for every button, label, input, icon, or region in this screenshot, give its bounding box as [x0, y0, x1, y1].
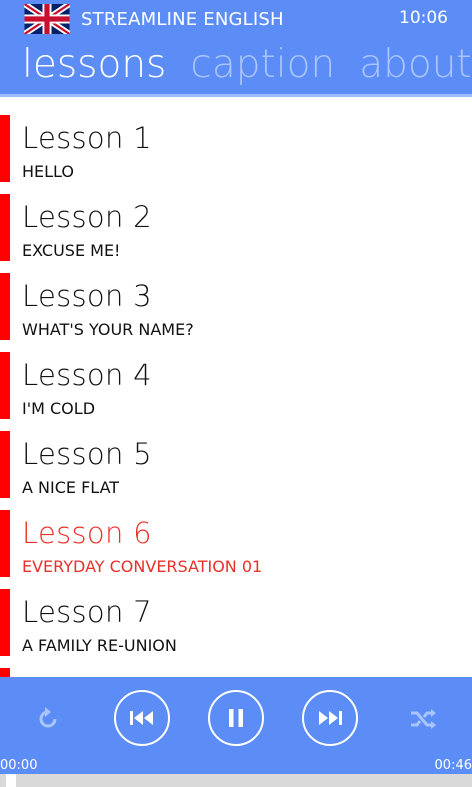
lesson-title: Lesson 3: [22, 279, 152, 313]
lesson-marker: [0, 589, 10, 656]
lesson-title: Lesson 6: [22, 516, 152, 550]
media-player: [0, 677, 472, 787]
tab-lessons[interactable]: lessons: [22, 38, 166, 92]
app-title: STREAMLINE ENGLISH: [81, 9, 284, 30]
next-button[interactable]: [302, 690, 358, 746]
lesson-marker: [0, 352, 10, 419]
lesson-marker: [0, 510, 10, 577]
lesson-item-6[interactable]: Lesson 6 EVERYDAY CONVERSATION 01: [0, 510, 472, 589]
lesson-title: Lesson 7: [22, 595, 152, 629]
repeat-icon[interactable]: [33, 704, 63, 734]
total-duration: 00:46: [434, 758, 472, 773]
tab-caption[interactable]: caption: [190, 38, 335, 92]
lesson-title: Lesson 5: [22, 437, 152, 471]
tab-about[interactable]: about: [359, 38, 472, 92]
status-clock: 10:06: [399, 8, 448, 28]
lesson-title: Lesson 4: [22, 358, 152, 392]
lesson-item-2[interactable]: Lesson 2 EXCUSE ME!: [0, 194, 472, 273]
lesson-marker: [0, 115, 10, 182]
header-divider: [0, 94, 472, 97]
lesson-item-partial[interactable]: [0, 668, 472, 677]
lesson-subtitle: WHAT'S YOUR NAME?: [22, 320, 194, 339]
lesson-item-1[interactable]: Lesson 1 HELLO: [0, 115, 472, 194]
lesson-subtitle: A NICE FLAT: [22, 478, 120, 497]
lesson-item-3[interactable]: Lesson 3 WHAT'S YOUR NAME?: [0, 273, 472, 352]
lesson-item-7[interactable]: Lesson 7 A FAMILY RE-UNION: [0, 589, 472, 668]
lesson-marker: [0, 273, 10, 340]
next-icon: [319, 711, 342, 725]
previous-button[interactable]: [114, 690, 170, 746]
pivot-tabs: lessons caption about: [22, 38, 472, 92]
lesson-subtitle: HELLO: [22, 162, 74, 181]
lesson-title: Lesson 2: [22, 200, 152, 234]
uk-flag-icon: [24, 4, 70, 34]
app-header: STREAMLINE ENGLISH 10:06 lessons caption…: [0, 0, 472, 94]
lesson-subtitle: EVERYDAY CONVERSATION 01: [22, 557, 263, 576]
pause-icon: [229, 709, 243, 727]
progress-bar[interactable]: [0, 774, 472, 787]
lesson-item-4[interactable]: Lesson 4 I'M COLD: [0, 352, 472, 431]
elapsed-time: 00:00: [0, 758, 38, 773]
previous-icon: [130, 711, 153, 725]
lesson-marker: [0, 668, 10, 677]
pause-button[interactable]: [208, 690, 264, 746]
lesson-subtitle: A FAMILY RE-UNION: [22, 636, 177, 655]
shuffle-icon[interactable]: [408, 704, 438, 734]
lesson-marker: [0, 431, 10, 498]
progress-handle[interactable]: [6, 774, 16, 787]
lesson-list[interactable]: Lesson 1 HELLO Lesson 2 EXCUSE ME! Lesso…: [0, 115, 472, 677]
lesson-subtitle: EXCUSE ME!: [22, 241, 121, 260]
lesson-title: Lesson 1: [22, 121, 152, 155]
lesson-marker: [0, 194, 10, 261]
lesson-item-5[interactable]: Lesson 5 A NICE FLAT: [0, 431, 472, 510]
lesson-subtitle: I'M COLD: [22, 399, 96, 418]
